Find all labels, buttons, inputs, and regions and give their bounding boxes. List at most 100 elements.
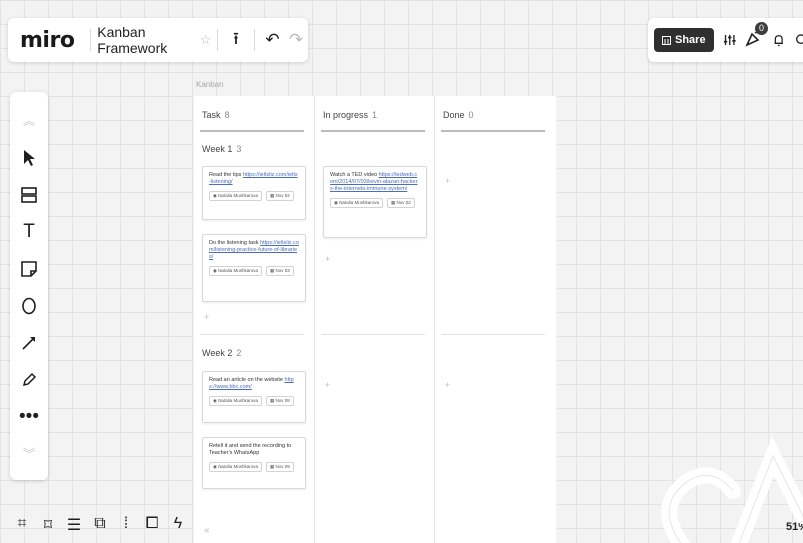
card[interactable]: Read an article on the website https://w… [202,371,306,423]
comment-icon[interactable]: ⌑ [40,515,56,535]
row-count: 2 [236,348,242,358]
collapse-down-icon[interactable]: ︾ [14,435,44,472]
column-underline [441,130,545,132]
redo-icon[interactable]: ↷ [284,25,308,55]
card-text: Read the tips https://ieltsliz.com/ielts… [209,172,299,186]
column-header: Done 0 [443,110,474,120]
card-meta: ◉ Natalia Mushkarova ▦ Nov 03 [209,266,299,276]
column-title: Done [443,110,465,120]
add-card-button[interactable]: + [325,380,330,390]
miro-logo[interactable]: miro [8,28,84,53]
add-card-button[interactable]: + [325,254,330,264]
celebrate-icon-wrap[interactable]: 0 [745,21,769,52]
column-title: In progress [323,110,369,120]
assignee-chip[interactable]: ◉ Natalia Mushkarova [209,462,262,472]
assignee-chip[interactable]: ◉ Natalia Mushkarova [209,191,262,201]
row-divider [321,334,425,335]
share-label: Share [675,34,706,46]
column-underline [200,130,304,132]
card-text: Read an article on the website https://w… [209,377,299,391]
sticky-note-icon[interactable] [14,250,44,287]
date-chip[interactable]: ▦ Nov 02 [265,191,294,201]
bottom-toolbar: ⌗ ⌑ ☰ ⧉ ⁞ ⧠ ϟ [14,515,186,535]
card-text: Watch a TED video https://tedweb.com/201… [330,172,420,193]
column-count: 8 [224,110,230,120]
assignee-chip[interactable]: ◉ Natalia Mushkarova [209,396,262,406]
notification-badge: 0 [755,21,769,35]
column-in-progress: In progress 1 Watch a TED video https://t… [314,96,434,543]
upload-icon[interactable]: ⭱ [224,25,248,55]
row-divider [441,334,545,335]
bell-icon[interactable] [772,32,785,48]
left-toolbar: ︽ T ••• ︾ [10,92,48,480]
card-text: Retell it and send the recording to Teac… [209,443,299,457]
shapes-icon[interactable] [14,287,44,324]
card-meta: ◉ Natalia Mushkarova ▦ Nov 02 [330,198,420,208]
frame-label: Kanban [196,80,224,89]
card[interactable]: Read the tips https://ieltsliz.com/ielts… [202,166,306,220]
undo-icon[interactable]: ↶ [261,25,285,55]
settings-sliders-icon[interactable] [723,32,736,48]
row-divider [200,334,304,335]
row-count: 3 [236,144,242,154]
pen-icon[interactable] [14,361,44,398]
board-title[interactable]: Kanban Framework [97,24,193,56]
assignee-chip[interactable]: ◉ Natalia Mushkarova [209,266,262,276]
add-card-button[interactable]: + [204,312,209,322]
add-card-button[interactable]: + [445,176,450,186]
timer-icon[interactable]: ϟ [170,515,186,535]
search-icon[interactable] [795,32,803,48]
date-chip[interactable]: ▦ Nov 08 [265,396,294,406]
row-title: Week 1 [202,144,233,154]
top-bar-left: miro Kanban Framework ☆ ⭱ ↶ ↷ [8,18,308,62]
row-title-week2: Week 22 [202,348,241,358]
more-tools-icon[interactable]: ••• [14,398,44,435]
connection-line-icon[interactable] [14,324,44,361]
column-count: 1 [372,110,378,120]
templates-icon[interactable] [14,176,44,213]
watermark-graphic [661,436,803,543]
column-task: Task 8 Week 13 Read the tips https://ielt… [194,96,314,543]
card-title: Watch a TED video [330,172,379,178]
share-button[interactable]: Share [654,28,714,52]
screen-share-icon[interactable]: ⧉ [92,515,108,535]
card-text: Do the listening task https://ieltsliz.c… [209,240,299,261]
row-title-week1: Week 13 [202,144,241,154]
card-title: Retell it and send the recording to Teac… [209,443,292,456]
top-bar-right: Share 0 [648,18,803,62]
divider [90,29,92,51]
card-title: Read the tips [209,172,243,178]
text-icon[interactable]: T [14,213,44,250]
collapse-up-icon[interactable]: ︽ [14,102,44,139]
column-title: Task [202,110,221,120]
frames-icon[interactable]: ⌗ [14,515,30,535]
card-meta: ◉ Natalia Mushkarova ▦ Nov 09 [209,462,299,472]
cards-icon[interactable]: ⁞ [118,515,134,535]
add-card-button[interactable]: + [445,380,450,390]
assignee-chip[interactable]: ◉ Natalia Mushkarova [330,198,383,208]
card-title: Read an article on the website [209,377,285,383]
export-icon[interactable]: ⧠ [144,515,160,535]
card-meta: ◉ Natalia Mushkarova ▦ Nov 02 [209,191,299,201]
column-underline [321,130,425,132]
card[interactable]: Retell it and send the recording to Teac… [202,437,306,489]
divider [253,29,255,51]
divider [217,29,219,51]
date-chip[interactable]: ▦ Nov 03 [265,266,294,276]
card[interactable]: Watch a TED video https://tedweb.com/201… [323,166,427,238]
card-title: Do the listening task [209,240,261,246]
column-header: Task 8 [202,110,230,120]
row-title: Week 2 [202,348,233,358]
collapse-frame-icon[interactable]: « [204,525,210,536]
date-chip[interactable]: ▦ Nov 02 [386,198,415,208]
card-meta: ◉ Natalia Mushkarova ▦ Nov 08 [209,396,299,406]
chat-icon[interactable]: ☰ [66,515,82,535]
share-frame-icon [662,35,671,45]
column-header: In progress 1 [323,110,377,120]
select-cursor-icon[interactable] [14,139,44,176]
card[interactable]: Do the listening task https://ieltsliz.c… [202,234,306,302]
kanban-frame: Task 8 Week 13 Read the tips https://ielt… [194,96,556,543]
date-chip[interactable]: ▦ Nov 09 [265,462,294,472]
column-count: 0 [468,110,474,120]
star-icon[interactable]: ☆ [200,32,212,48]
